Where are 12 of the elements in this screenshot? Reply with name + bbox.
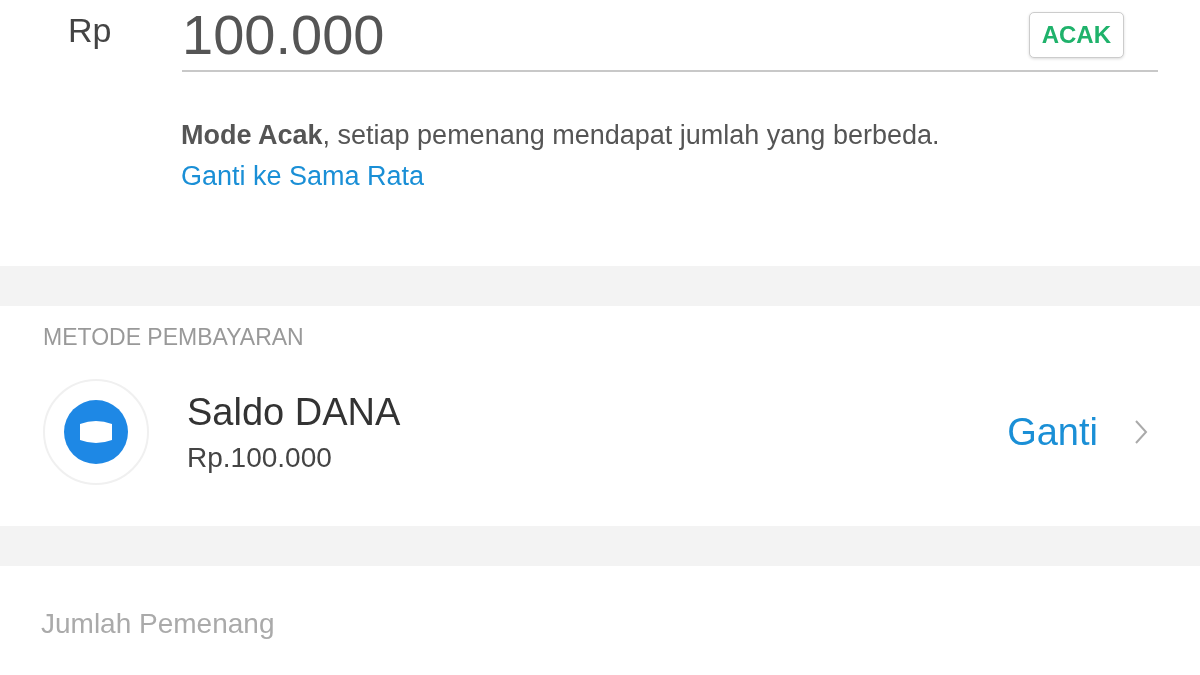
currency-label: Rp — [68, 11, 113, 51]
winners-label: Jumlah Pemenang — [41, 608, 276, 640]
amount-field[interactable]: 100.000 ACAK — [182, 0, 1158, 72]
section-heading: METODE PEMBAYARAN — [43, 324, 305, 351]
chevron-right-icon — [1134, 419, 1148, 445]
change-button[interactable]: Ganti — [1007, 410, 1098, 454]
balance-amount: Rp.100.000 — [187, 441, 333, 474]
mode-badge: ACAK — [1028, 12, 1124, 58]
payment-method-name: Saldo DANA — [187, 390, 402, 434]
wallet-icon — [43, 379, 149, 485]
switch-mode-link[interactable]: Ganti ke Sama Rata — [181, 161, 425, 192]
mode-description: Mode Acak, setiap pemenang mendapat jumlah yang berbeda. — [181, 120, 941, 151]
